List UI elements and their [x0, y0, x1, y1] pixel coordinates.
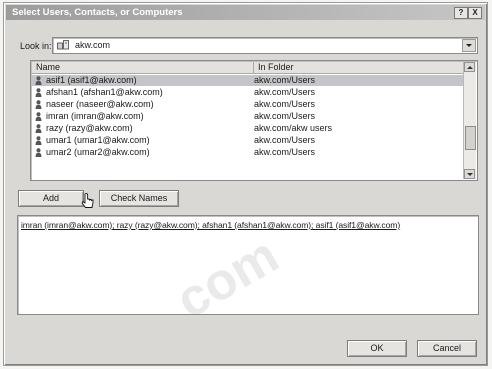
add-button[interactable]: Add: [18, 190, 84, 207]
scroll-up-button[interactable]: [464, 62, 475, 72]
user-icon: [35, 76, 42, 85]
row-name: umar1 (umar1@akw.com): [46, 135, 150, 145]
user-icon: [35, 124, 42, 133]
look-in-label: Look in:: [20, 41, 52, 51]
list-header: Name In Folder: [32, 62, 464, 74]
column-header-in-folder[interactable]: In Folder: [254, 62, 464, 73]
look-in-value: akw.com: [75, 40, 111, 50]
select-users-dialog: Select Users, Contacts, or Computers ? X…: [3, 2, 488, 366]
list-row[interactable]: umar2 (umar2@akw.com) akw.com/Users: [32, 147, 464, 158]
row-name: asif1 (asif1@akw.com): [46, 75, 137, 85]
row-name: naseer (naseer@akw.com): [46, 99, 154, 109]
list-row[interactable]: naseer (naseer@akw.com) akw.com/Users: [32, 99, 464, 110]
user-icon: [35, 148, 42, 157]
user-icon: [35, 100, 42, 109]
check-names-button[interactable]: Check Names: [99, 190, 179, 207]
scroll-down-button[interactable]: [464, 169, 475, 179]
look-in-dropdown[interactable]: akw.com: [52, 37, 478, 54]
vertical-scrollbar[interactable]: [463, 62, 476, 179]
help-button[interactable]: ?: [454, 7, 468, 19]
row-name: razy (razy@akw.com): [46, 123, 133, 133]
mouse-cursor-icon: [81, 193, 94, 208]
row-folder: akw.com/Users: [254, 99, 316, 109]
user-icon: [35, 88, 42, 97]
list-row[interactable]: afshan1 (afshan1@akw.com) akw.com/Users: [32, 87, 464, 98]
cancel-button[interactable]: Cancel: [417, 340, 477, 357]
close-button[interactable]: X: [468, 7, 482, 19]
list-row[interactable]: razy (razy@akw.com) akw.com/akw users: [32, 123, 464, 134]
domain-icon: [57, 40, 69, 50]
row-folder: akw.com/akw users: [254, 123, 333, 133]
row-folder: akw.com/Users: [254, 135, 316, 145]
row-folder: akw.com/Users: [254, 87, 316, 97]
list-row[interactable]: imran (imran@akw.com) akw.com/Users: [32, 111, 464, 122]
selected-entries-text[interactable]: imran (imran@akw.com); razy (razy@akw.co…: [21, 220, 400, 230]
row-folder: akw.com/Users: [254, 147, 316, 157]
row-name: imran (imran@akw.com): [46, 111, 144, 121]
chevron-down-icon[interactable]: [462, 39, 476, 52]
title-bar[interactable]: Select Users, Contacts, or Computers ? X: [6, 5, 485, 20]
row-name: umar2 (umar2@akw.com): [46, 147, 150, 157]
row-folder: akw.com/Users: [254, 75, 316, 85]
column-header-name[interactable]: Name: [32, 62, 254, 73]
users-list[interactable]: Name In Folder asif1 (asif1@akw.com) akw…: [30, 60, 478, 181]
user-icon: [35, 112, 42, 121]
list-row[interactable]: asif1 (asif1@akw.com) akw.com/Users: [32, 75, 464, 86]
row-folder: akw.com/Users: [254, 111, 316, 121]
scroll-thumb[interactable]: [465, 126, 476, 150]
list-row[interactable]: umar1 (umar1@akw.com) akw.com/Users: [32, 135, 464, 146]
row-name: afshan1 (afshan1@akw.com): [46, 87, 163, 97]
ok-button[interactable]: OK: [347, 340, 407, 357]
user-icon: [35, 136, 42, 145]
dialog-title: Select Users, Contacts, or Computers: [12, 7, 183, 18]
